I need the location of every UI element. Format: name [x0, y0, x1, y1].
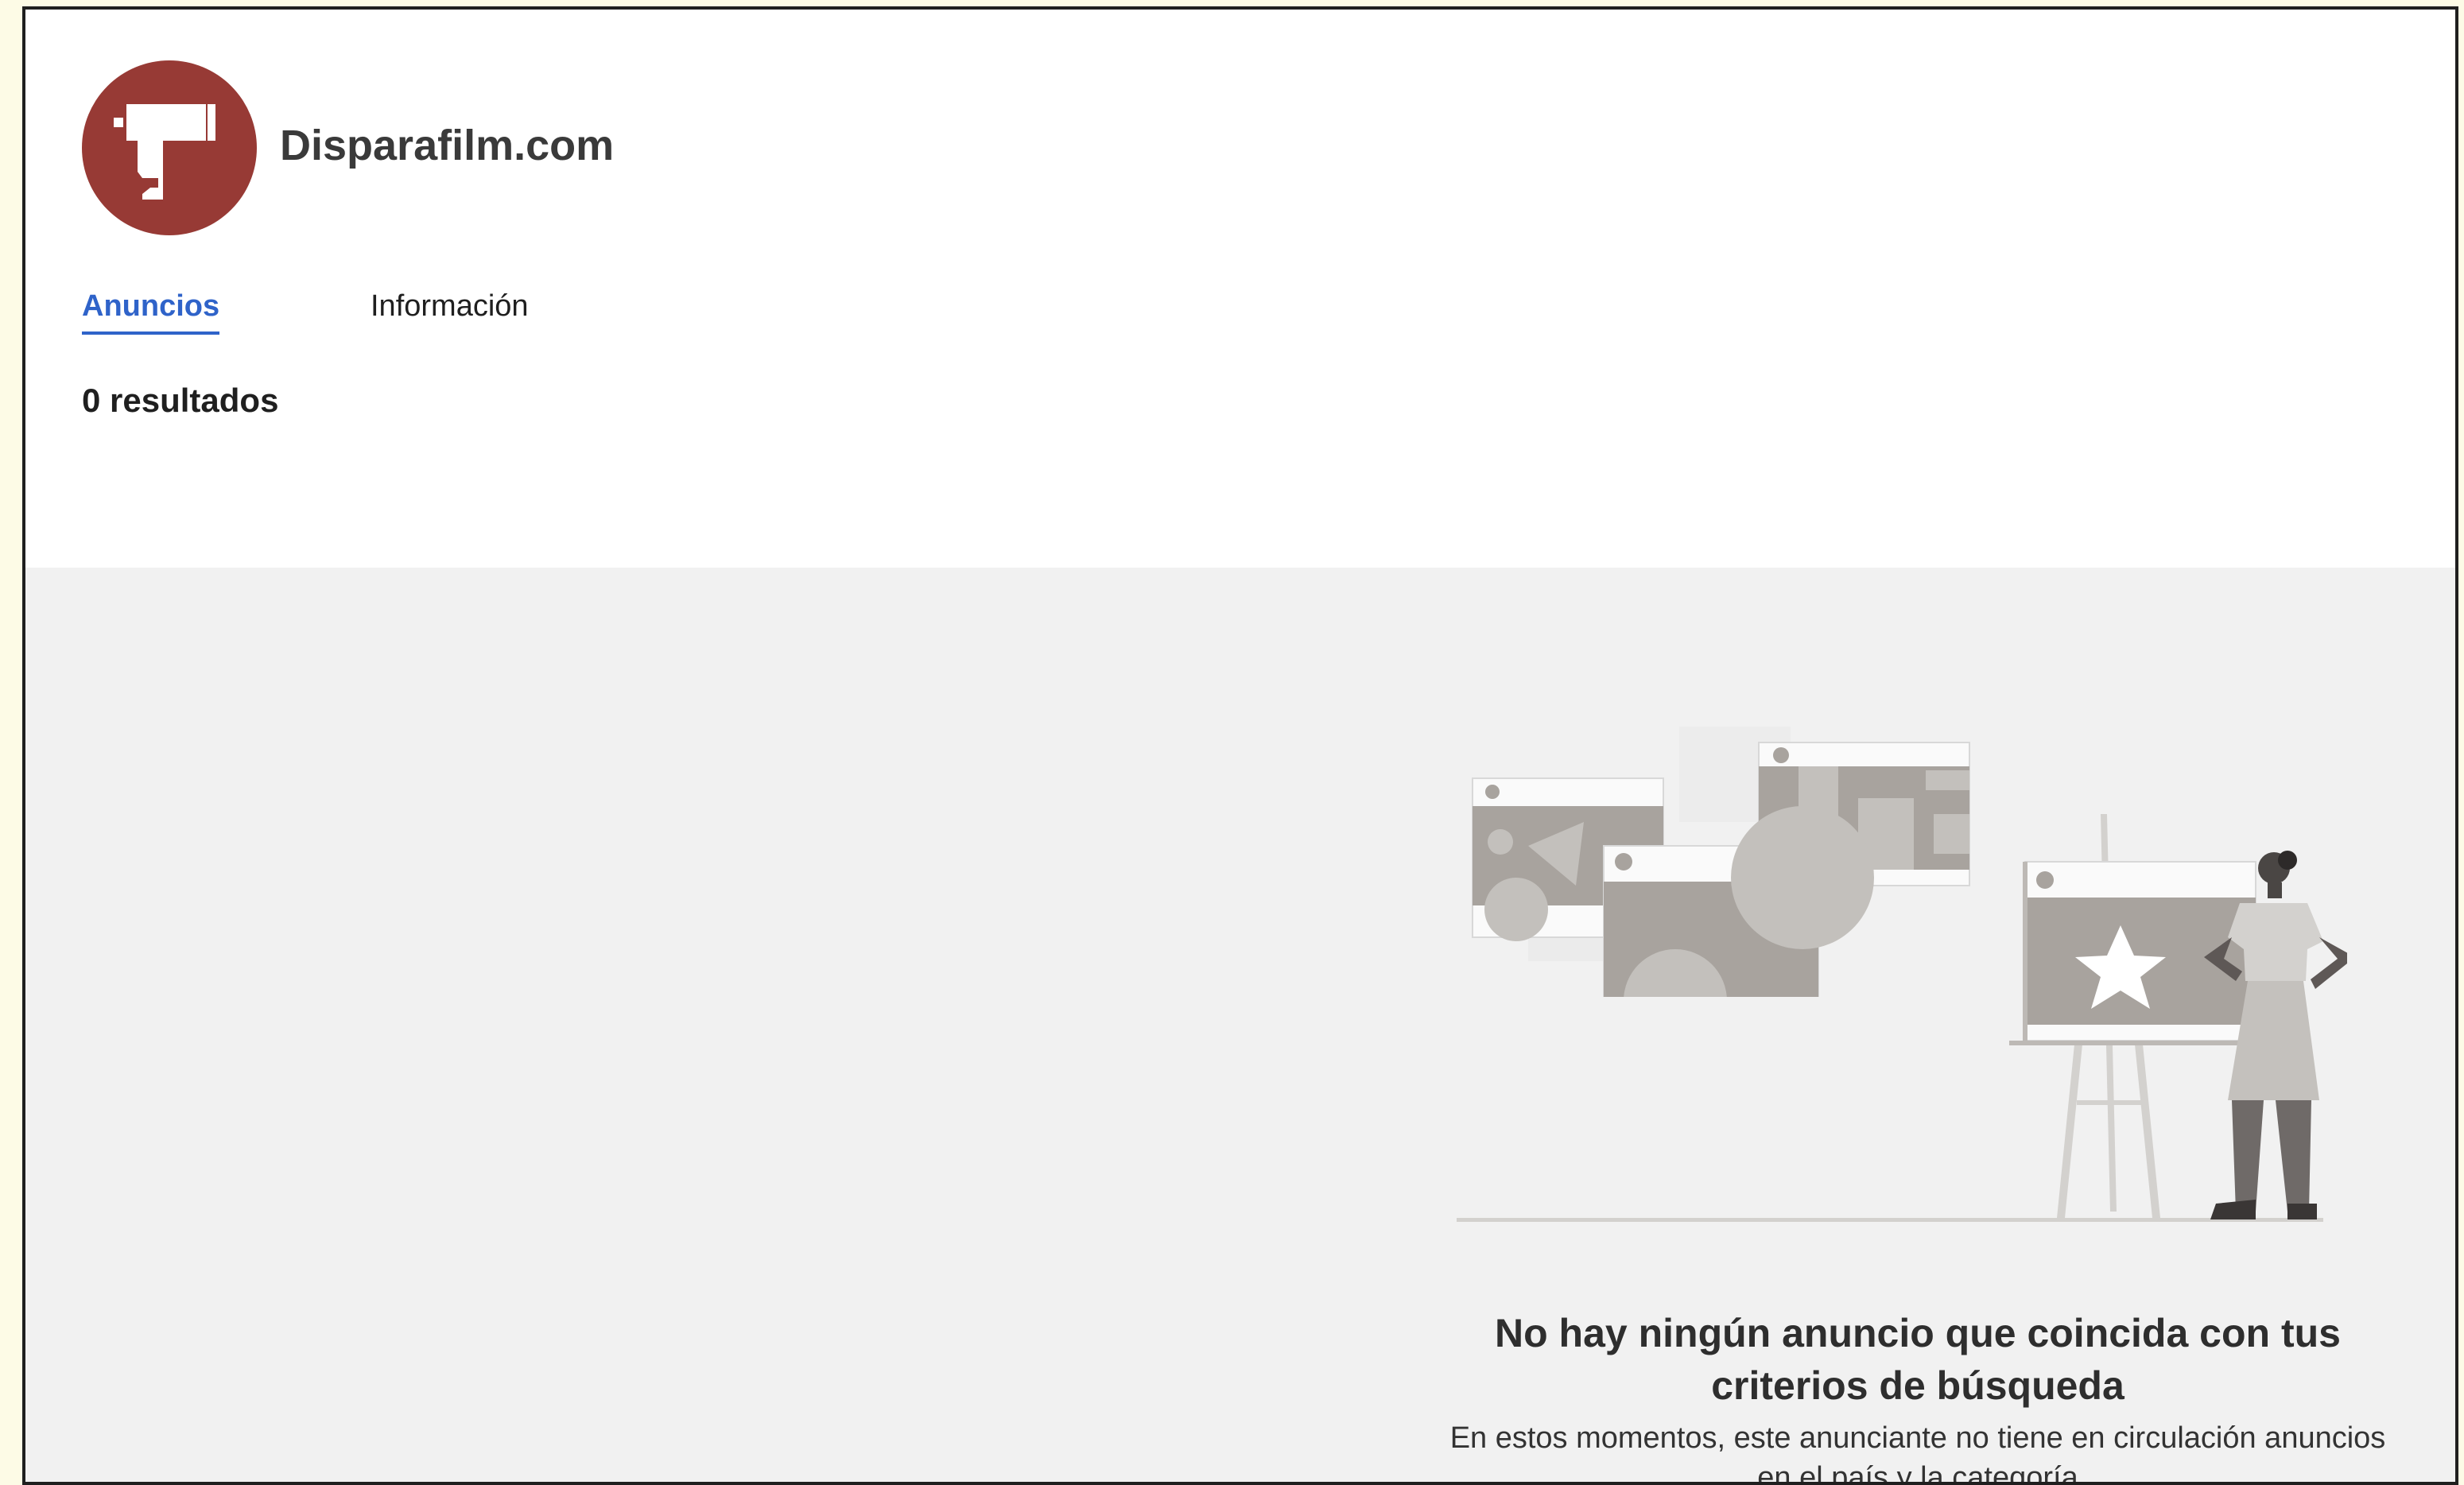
empty-state-title: No hay ningún anuncio que coincida con t… [1495, 1311, 2341, 1408]
easel-person-icon [1457, 814, 2347, 1222]
results-count: 0 resultados [82, 382, 279, 419]
results-area: No hay ningún anuncio que coincida con t… [25, 568, 2455, 1485]
advertiser-name[interactable]: Disparafilm.com [280, 121, 614, 170]
film-camera-icon [114, 104, 215, 200]
empty-state-description: En estos momentos, este anunciante no ti… [1449, 1421, 2386, 1485]
page-frame: Disparafilm.com Anuncios Información 0 r… [22, 6, 2458, 1485]
advertiser-header: Disparafilm.com Anuncios Información 0 r… [25, 10, 2455, 568]
tab-informacion[interactable]: Información [371, 289, 529, 324]
tab-anuncios[interactable]: Anuncios [82, 289, 220, 335]
advertiser-logo [82, 60, 257, 235]
